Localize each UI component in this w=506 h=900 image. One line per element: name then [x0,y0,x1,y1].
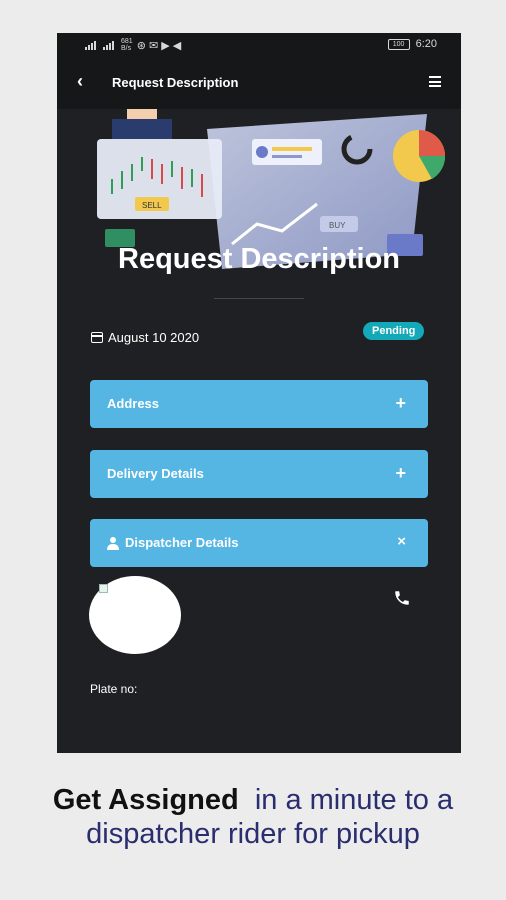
app-bar-title: Request Description [112,75,239,90]
plus-icon[interactable]: + [395,463,406,484]
signal-icon [85,40,99,50]
promo-caption: Get Assigned in a minute to a dispatcher… [0,783,506,851]
status-bar: 681 B/s ⊛ ✉ ▶ ◀ 100 6:20 [57,33,461,57]
phone-screen: 681 B/s ⊛ ✉ ▶ ◀ 100 6:20 ‹ Request Descr… [57,33,461,753]
back-icon[interactable]: ‹ [77,71,83,92]
phone-call-icon[interactable] [393,589,411,607]
status-badge: Pending [363,322,425,340]
dispatcher-avatar [89,576,181,654]
dispatcher-details-accordion[interactable]: Dispatcher Details × [90,519,428,567]
signal-icon-2 [103,40,117,50]
status-icons-right: 100 6:20 [387,38,437,50]
caption-bold: Get Assigned [52,784,239,816]
sell-label: SELL [142,201,162,210]
title-divider [214,298,304,299]
address-accordion[interactable]: Address + [90,380,428,428]
clock: 6:20 [415,38,437,50]
hamburger-menu-icon[interactable] [429,76,441,87]
plate-number-label: Plate no: [90,682,138,696]
request-date-text: August 10 2020 [108,330,200,345]
dispatcher-details-label: Dispatcher Details [125,535,239,550]
delivery-details-accordion[interactable]: Delivery Details + [90,450,428,498]
network-speed: 681 B/s [121,38,133,52]
plus-icon[interactable]: + [395,393,406,414]
calendar-icon [91,332,103,343]
request-date: August 10 2020 [91,330,199,345]
buy-label: BUY [329,221,346,230]
status-icons-left: 681 B/s ⊛ ✉ ▶ ◀ [85,38,181,52]
delivery-details-label: Delivery Details [107,466,204,481]
app-bar: ‹ Request Description [57,57,461,109]
user-icon [107,536,119,550]
battery-icon: 100 [387,38,410,50]
page-title: Request Description [118,243,400,275]
close-icon[interactable]: × [397,533,406,550]
address-label: Address [107,396,160,411]
notification-icons: ⊛ ✉ ▶ ◀ [136,39,182,52]
